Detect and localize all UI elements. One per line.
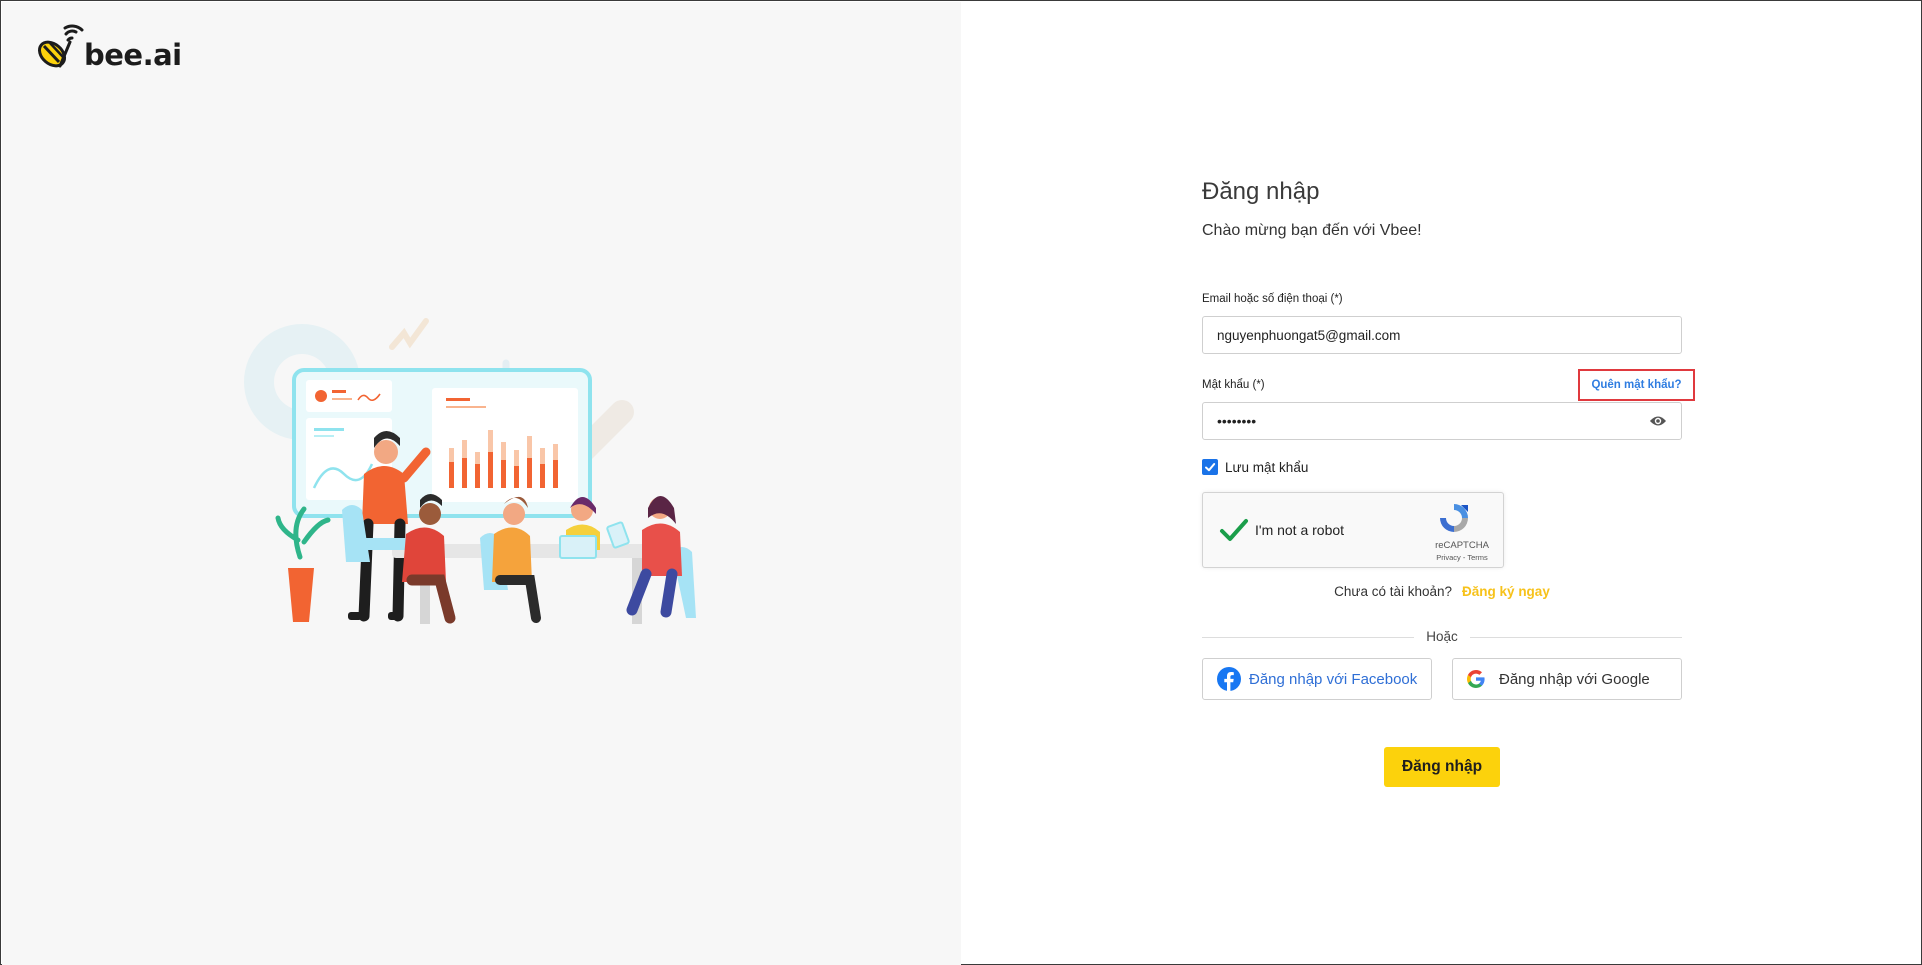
vbee-logo[interactable]: bee.ai (32, 24, 182, 76)
no-account-text: Chưa có tài khoản? (1334, 584, 1453, 599)
divider-line-right (1470, 637, 1682, 638)
recaptcha-icon (1440, 504, 1468, 532)
email-label: Email hoặc số điện thoại (*) (1202, 293, 1343, 305)
login-page: bee.ai Đăng nhập Chào mừng bạn đến với V… (0, 0, 1922, 965)
eye-icon[interactable] (1649, 414, 1667, 428)
signup-link[interactable]: Đăng ký ngay (1462, 584, 1550, 599)
facebook-icon (1217, 667, 1241, 691)
recaptcha-terms[interactable]: Privacy - Terms (1423, 553, 1501, 562)
facebook-login-button[interactable]: Đăng nhập với Facebook (1202, 658, 1432, 700)
facebook-login-label: Đăng nhập với Facebook (1249, 670, 1418, 688)
google-login-button[interactable]: Đăng nhập với Google (1452, 658, 1682, 700)
email-input[interactable]: nguyenphuongat5@gmail.com (1202, 316, 1682, 354)
recaptcha-brand: reCAPTCHA (1435, 540, 1489, 551)
remember-password[interactable]: Lưu mật khẩu (1202, 459, 1308, 475)
google-icon (1467, 670, 1485, 688)
team-meeting-illustration (244, 318, 696, 624)
illustration-panel: bee.ai (2, 2, 961, 965)
recaptcha-widget[interactable]: I'm not a robot reCAPTCHA Privacy - Term… (1202, 492, 1504, 568)
recaptcha-check-icon[interactable] (1219, 517, 1249, 543)
remember-checkbox[interactable] (1202, 459, 1218, 475)
welcome-subtitle: Chào mừng bạn đến với Vbee! (1202, 222, 1422, 239)
forgot-password-text: Quên mật khẩu? (1591, 379, 1682, 391)
password-label: Mật khẩu (*) (1202, 379, 1265, 391)
check-icon (1205, 463, 1216, 472)
page-title: Đăng nhập (1202, 178, 1320, 205)
login-submit-button[interactable]: Đăng nhập (1384, 747, 1500, 787)
email-value: nguyenphuongat5@gmail.com (1217, 327, 1401, 343)
password-value: •••••••• (1217, 413, 1257, 429)
google-login-label: Đăng nhập với Google (1499, 670, 1650, 688)
logo-text: bee.ai (84, 38, 182, 72)
recaptcha-label: I'm not a robot (1255, 522, 1345, 538)
remember-label: Lưu mật khẩu (1225, 459, 1309, 475)
signup-row: Chưa có tài khoản? Đăng ký ngay (1202, 584, 1682, 599)
forgot-password-link[interactable]: Quên mật khẩu? (1578, 369, 1695, 401)
or-divider: Hoặc (1202, 629, 1682, 644)
bee-logo-icon (37, 24, 84, 68)
password-input[interactable]: •••••••• (1202, 402, 1682, 440)
